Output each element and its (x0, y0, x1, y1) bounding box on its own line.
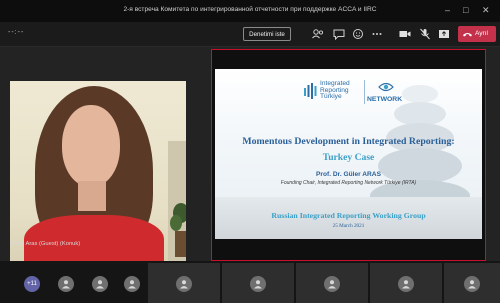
leave-button[interactable]: Ayrıl (458, 26, 496, 42)
chat-icon[interactable] (332, 27, 346, 41)
network-label: NETWORK (367, 96, 403, 103)
more-participants-badge[interactable]: +11 (24, 276, 40, 292)
avatar[interactable] (58, 276, 74, 292)
person-face (62, 105, 120, 187)
maximize-button[interactable]: □ (463, 4, 468, 16)
person-icon (62, 280, 70, 289)
avatar[interactable] (464, 276, 480, 292)
slide-title: Momentous Development in Integrated Repo… (242, 136, 455, 147)
mic-off-icon[interactable] (418, 27, 432, 41)
person-icon (328, 280, 336, 289)
window-titlebar: 2-я встреча Комитета по интегрированной … (0, 0, 500, 22)
avatar[interactable] (398, 276, 414, 292)
slide-author: Prof. Dr. Güler ARAS (316, 171, 381, 178)
avatar[interactable] (124, 276, 140, 292)
logo-text: Integrated Reporting Türkiye (320, 80, 350, 101)
slide-subtitle: Turkey Case (322, 152, 375, 163)
reactions-icon[interactable] (351, 27, 365, 41)
more-icon[interactable] (370, 27, 384, 41)
window-title: 2-я встреча Комитета по интегрированной … (123, 6, 377, 13)
camera-icon[interactable] (398, 27, 412, 41)
person-icon (468, 280, 476, 289)
plant-icon (170, 203, 186, 257)
slide-date: 25 March 2021 (332, 223, 365, 229)
slide-author-role: Founding Chair, Integrated Reporting Net… (280, 180, 417, 186)
request-control-button[interactable]: Denetimi iste (243, 27, 291, 41)
logo-line: Türkiye (320, 93, 342, 100)
person-icon (254, 280, 262, 289)
integrated-reporting-logo-icon (304, 83, 317, 99)
person-icon (402, 280, 410, 289)
network-icon (378, 82, 394, 92)
minimize-button[interactable]: – (445, 4, 450, 16)
logo-divider (364, 80, 365, 104)
leave-label: Ayrıl (475, 30, 488, 37)
phone-hangup-icon (463, 33, 472, 37)
share-icon[interactable] (437, 27, 451, 41)
avatar[interactable] (250, 276, 266, 292)
avatar[interactable] (324, 276, 340, 292)
avatar[interactable] (176, 276, 192, 292)
person-neck (78, 181, 106, 211)
person-icon (180, 280, 188, 289)
shared-slide: Integrated Reporting Türkiye NETWORK Mom… (215, 69, 482, 239)
people-icon[interactable] (311, 27, 325, 41)
meeting-timer: --:-- (8, 29, 25, 36)
slide-working-group: Russian Integrated Reporting Working Gro… (271, 211, 426, 220)
person-icon (128, 280, 136, 289)
close-window-button[interactable]: ✕ (482, 4, 490, 16)
participant-name: Guler Aras (Guest) (Konuk) (10, 241, 81, 247)
avatar[interactable] (92, 276, 108, 292)
person-icon (96, 280, 104, 289)
meeting-toolbar: --:-- Denetimi iste Ayrıl (0, 22, 500, 47)
